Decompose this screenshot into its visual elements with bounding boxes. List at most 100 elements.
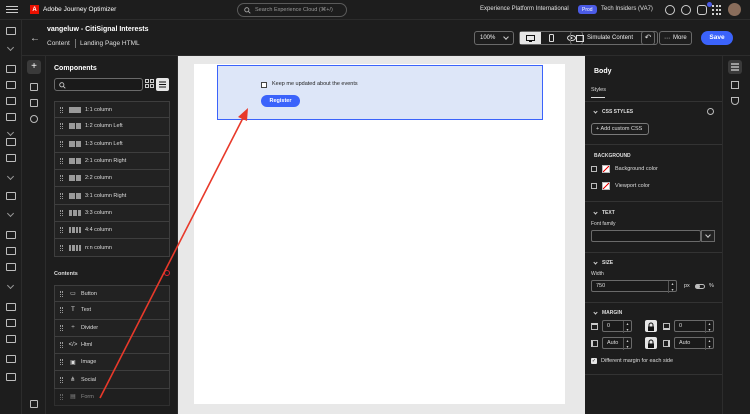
viewport-color-swatch[interactable]: [602, 182, 610, 190]
content-item-image[interactable]: ▣ Image: [54, 354, 170, 372]
feedback-icon[interactable]: [665, 5, 675, 15]
drag-handle-icon[interactable]: [60, 192, 63, 199]
margin-section[interactable]: MARGIN: [593, 310, 622, 316]
drag-handle-icon[interactable]: [60, 393, 63, 400]
drag-handle-icon[interactable]: [60, 175, 63, 182]
grid-view-icon[interactable]: [145, 79, 154, 88]
style-settings-icon[interactable]: [728, 60, 742, 74]
links-icon[interactable]: [30, 115, 38, 123]
unit-px[interactable]: px: [684, 283, 690, 289]
chevron-down-icon[interactable]: [6, 128, 15, 137]
home-icon[interactable]: [6, 27, 16, 35]
structure-item[interactable]: 1:3 column Left: [54, 135, 170, 153]
breadcrumb-landing-page[interactable]: Landing Page HTML: [80, 40, 140, 47]
list-view-icon[interactable]: [156, 78, 169, 91]
updates-checkbox[interactable]: [261, 82, 267, 88]
info-icon[interactable]: [707, 108, 714, 115]
datasets-icon[interactable]: [6, 247, 16, 255]
tab-styles[interactable]: Styles: [591, 87, 606, 93]
notifications-icon[interactable]: [697, 5, 707, 15]
chevron-down-icon[interactable]: [6, 281, 15, 290]
structure-item[interactable]: 2:2 column: [54, 170, 170, 188]
font-family-select[interactable]: [591, 230, 701, 242]
drag-handle-icon[interactable]: [60, 123, 63, 130]
margin-top-input[interactable]: 0 ▴ ▾: [602, 320, 632, 333]
drag-handle-icon[interactable]: [60, 140, 63, 147]
size-section[interactable]: SIZE: [593, 260, 613, 266]
width-stepper[interactable]: ▴ ▾: [668, 281, 676, 293]
fragments-icon[interactable]: [30, 83, 38, 91]
margin-bottom-stepper[interactable]: ▴ ▾: [705, 321, 713, 333]
layers-icon[interactable]: [30, 99, 38, 107]
background-color-checkbox[interactable]: [591, 166, 597, 172]
settings-icon[interactable]: [30, 400, 38, 408]
monitoring-icon[interactable]: [6, 355, 16, 363]
content-item-text[interactable]: T Text: [54, 302, 170, 320]
org-switcher[interactable]: Experience Platform International: [480, 6, 569, 12]
global-search-input[interactable]: Search Experience Cloud (⌘+/): [237, 3, 347, 17]
structure-item[interactable]: 3:1 column Right: [54, 187, 170, 205]
add-components-icon[interactable]: +: [27, 60, 41, 74]
back-arrow-icon[interactable]: ←: [30, 33, 40, 44]
drag-handle-icon[interactable]: [60, 359, 63, 366]
font-family-dropdown-button[interactable]: [701, 230, 715, 242]
channels-icon[interactable]: [6, 303, 16, 311]
drag-handle-icon[interactable]: [60, 106, 63, 113]
register-button[interactable]: Register: [261, 95, 300, 107]
desktop-preview-button[interactable]: [520, 32, 541, 44]
content-item-divider[interactable]: ÷ Divider: [54, 319, 170, 337]
width-input[interactable]: 750 ▴ ▾: [591, 280, 677, 293]
expand-icon[interactable]: [731, 81, 739, 89]
content-item-button[interactable]: ▭ Button: [54, 285, 170, 303]
add-custom-css-button[interactable]: + Add custom CSS: [591, 123, 649, 135]
form-component[interactable]: Keep me updated about the events Registe…: [217, 65, 543, 120]
drag-handle-icon[interactable]: [60, 324, 63, 331]
undo-button[interactable]: ↶: [641, 31, 655, 45]
drag-handle-icon[interactable]: [60, 342, 63, 349]
info-icon[interactable]: [164, 270, 170, 276]
save-button[interactable]: Save: [701, 31, 733, 45]
campaigns-icon[interactable]: [6, 65, 16, 73]
chevron-down-icon[interactable]: [6, 209, 15, 218]
user-avatar[interactable]: [728, 3, 741, 16]
more-button[interactable]: ⋯ More: [659, 31, 692, 45]
margin-right-stepper[interactable]: ▴ ▾: [705, 338, 713, 350]
accessibility-icon[interactable]: [731, 97, 739, 105]
structure-item[interactable]: n:n column: [54, 239, 170, 257]
app-name[interactable]: Adobe Journey Optimizer: [43, 6, 116, 13]
chevron-down-icon[interactable]: [6, 43, 15, 52]
margin-left-stepper[interactable]: ▴ ▾: [623, 338, 631, 350]
different-margin-checkbox[interactable]: ✓: [591, 358, 597, 364]
structure-item[interactable]: 1:2 column Left: [54, 118, 170, 136]
breadcrumb-content[interactable]: Content: [47, 40, 70, 47]
sources-icon[interactable]: [6, 263, 16, 271]
structure-item[interactable]: 1:1 column: [54, 101, 170, 119]
viewport-color-checkbox[interactable]: [591, 183, 597, 189]
structure-item[interactable]: 4:4 column: [54, 222, 170, 240]
privacy-icon[interactable]: [6, 319, 16, 327]
queries-icon[interactable]: [6, 335, 16, 343]
drag-handle-icon[interactable]: [60, 307, 63, 314]
margin-right-input[interactable]: Auto ▴ ▾: [674, 337, 714, 350]
css-styles-section[interactable]: CSS STYLES: [593, 109, 633, 115]
drag-handle-icon[interactable]: [60, 290, 63, 297]
zoom-select[interactable]: 100%: [474, 31, 514, 45]
journeys-icon[interactable]: [6, 81, 16, 89]
adobe-logo-icon[interactable]: A: [30, 5, 39, 14]
margin-top-stepper[interactable]: ▴ ▾: [623, 321, 631, 333]
mobile-preview-button[interactable]: [541, 32, 562, 44]
apps-grid-icon[interactable]: [712, 5, 722, 15]
drag-handle-icon[interactable]: [60, 227, 63, 234]
margin-bottom-input[interactable]: 0 ▴ ▾: [674, 320, 714, 333]
structure-item[interactable]: 3:3 column: [54, 204, 170, 223]
margin-left-input[interactable]: Auto ▴ ▾: [602, 337, 632, 350]
drag-handle-icon[interactable]: [60, 158, 63, 165]
segments-icon[interactable]: [6, 192, 16, 200]
help-icon[interactable]: [681, 5, 691, 15]
templates-icon[interactable]: [6, 113, 16, 121]
content-icon[interactable]: [6, 97, 16, 105]
content-item-social[interactable]: ⋔ Social: [54, 371, 170, 389]
content-item-form[interactable]: ▤ Form: [54, 388, 170, 407]
content-item-html[interactable]: </> Html: [54, 336, 170, 355]
chevron-down-icon[interactable]: [6, 172, 15, 181]
